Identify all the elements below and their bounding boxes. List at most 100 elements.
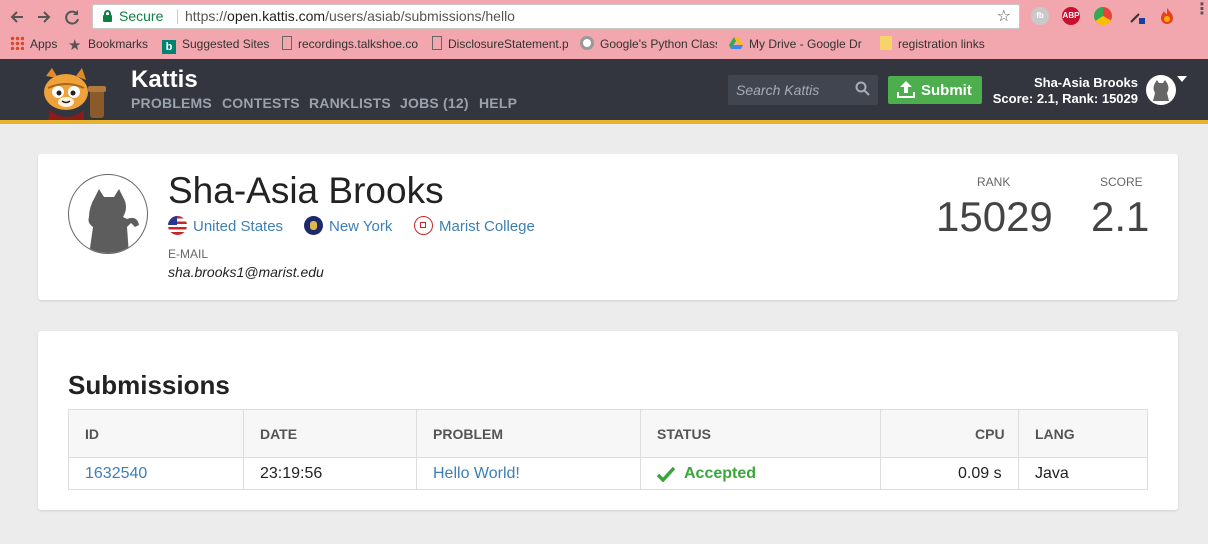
address-bar[interactable]: Secure https://open.kattis.com/users/asi… xyxy=(92,4,1020,29)
column-header-problem[interactable]: PROBLEM xyxy=(433,426,503,442)
bing-icon: b xyxy=(162,40,176,54)
state-label: New York xyxy=(329,218,393,235)
bookmark-label: Suggested Sites xyxy=(182,37,270,51)
adblock-extension-icon[interactable]: ABP xyxy=(1062,7,1080,25)
bookmark-label: My Drive - Google Dr xyxy=(749,37,862,51)
header-user-score: Score: 2.1, Rank: 15029 xyxy=(992,91,1138,106)
bookmarks-bar: Apps ★ Bookmarks b Suggested Sites recordi… xyxy=(0,34,1208,54)
submit-button[interactable]: Submit xyxy=(888,76,982,104)
column-header-date[interactable]: DATE xyxy=(260,426,297,442)
column-divider xyxy=(640,410,641,489)
url-host: open.kattis.com xyxy=(227,8,326,24)
nav-contests[interactable]: CONTESTS xyxy=(222,95,300,111)
upload-icon xyxy=(897,81,915,98)
fire-extension-icon[interactable] xyxy=(1158,7,1176,25)
google-class-icon xyxy=(580,36,594,50)
star-icon: ★ xyxy=(68,37,82,53)
nav-ranklists[interactable]: RANKLISTS xyxy=(309,95,391,111)
bookmark-label: Apps xyxy=(30,37,58,51)
score-label: SCORE xyxy=(1100,175,1143,189)
folder-icon xyxy=(880,36,892,50)
rank-label: RANK xyxy=(977,175,1011,189)
nav-help[interactable]: HELP xyxy=(479,95,517,111)
bookmark-recordings[interactable]: recordings.talkshoe.co xyxy=(282,36,422,52)
column-header-lang[interactable]: LANG xyxy=(1035,426,1075,442)
us-flag-icon xyxy=(168,216,187,235)
secure-label: Secure xyxy=(119,8,164,24)
nav-problems[interactable]: PROBLEMS xyxy=(131,95,212,111)
submission-id-link[interactable]: 1632540 xyxy=(85,465,147,483)
bookmark-label: recordings.talkshoe.co xyxy=(298,37,419,51)
column-divider xyxy=(243,410,244,489)
score-value: 2.1 xyxy=(1091,193,1150,240)
profile-card: Sha-Asia Brooks United States New York M… xyxy=(38,154,1178,300)
bookmark-bookmarks[interactable]: ★ Bookmarks xyxy=(68,36,148,53)
arrow-left-icon xyxy=(10,11,23,23)
profile-avatar xyxy=(68,174,148,254)
submission-lang: Java xyxy=(1035,465,1069,482)
search-icon[interactable] xyxy=(855,81,870,96)
eyedropper-extension-icon[interactable] xyxy=(1128,7,1146,25)
reload-icon xyxy=(65,10,79,25)
school-seal-icon xyxy=(414,216,433,235)
submission-date: 23:19:56 xyxy=(260,465,323,482)
checkmark-icon xyxy=(657,466,675,482)
bookmark-apps[interactable]: Apps xyxy=(10,36,57,52)
reload-button[interactable] xyxy=(61,6,83,28)
url-scheme: https:// xyxy=(185,8,228,24)
bookmark-label: registration links xyxy=(898,37,985,51)
bookmark-label: Google's Python Class xyxy=(600,37,717,51)
apps-grid-icon xyxy=(10,36,24,50)
problem-link[interactable]: Hello World! xyxy=(433,465,520,483)
school-label: Marist College xyxy=(439,218,535,235)
url-text: https://open.kattis.com/users/asiab/subm… xyxy=(185,5,515,28)
column-divider xyxy=(880,410,881,489)
new-york-flag-icon xyxy=(304,216,323,235)
fb-extension-icon[interactable]: fb xyxy=(1031,7,1049,25)
chevron-down-icon[interactable] xyxy=(1177,76,1187,82)
bookmark-suggested-sites[interactable]: b Suggested Sites xyxy=(162,36,269,54)
column-divider xyxy=(1018,410,1019,489)
lock-icon xyxy=(103,10,112,22)
submissions-title: Submissions xyxy=(68,370,230,400)
submission-cpu: 0.09 s xyxy=(958,465,1002,482)
omnibox-divider xyxy=(177,9,178,24)
profile-name: Sha-Asia Brooks xyxy=(168,170,444,211)
colorful-extension-icon[interactable] xyxy=(1094,7,1112,25)
bookmark-disclosure[interactable]: DisclosureStatement.p xyxy=(432,36,568,52)
column-header-id[interactable]: ID xyxy=(85,426,99,442)
address-bar-row: Secure https://open.kattis.com/users/asi… xyxy=(0,0,1208,33)
brand-name[interactable]: Kattis xyxy=(131,66,198,94)
arrow-right-icon xyxy=(38,11,51,23)
bookmark-python-class[interactable]: Google's Python Class xyxy=(580,36,717,52)
nav-jobs[interactable]: JOBS (12) xyxy=(400,95,469,111)
bookmark-star-icon[interactable]: ☆ xyxy=(997,5,1011,28)
url-path: /users/asiab/submissions/hello xyxy=(325,8,515,24)
rank-value: 15029 xyxy=(936,193,1053,240)
submissions-table: ID DATE PROBLEM STATUS CPU LANG 1632540 … xyxy=(68,409,1148,490)
search-input[interactable]: Search Kattis xyxy=(736,82,819,98)
bookmark-label: Bookmarks xyxy=(88,37,149,51)
status-label: Accepted xyxy=(684,465,757,482)
user-avatar[interactable] xyxy=(1146,75,1176,105)
back-button[interactable] xyxy=(6,6,28,28)
bookmark-label: DisclosureStatement.p xyxy=(448,37,568,51)
kattis-logo[interactable] xyxy=(36,66,116,120)
search-box[interactable]: Search Kattis xyxy=(728,75,878,105)
submissions-card: Submissions ID DATE PROBLEM STATUS CPU L… xyxy=(38,331,1178,510)
column-header-cpu[interactable]: CPU xyxy=(975,426,1005,442)
forward-button[interactable] xyxy=(33,6,55,28)
header-accent-border xyxy=(0,120,1208,124)
bookmark-registration-links[interactable]: registration links xyxy=(880,36,985,52)
bookmark-my-drive[interactable]: My Drive - Google Dr xyxy=(729,36,865,52)
browser-menu-icon[interactable]: ⋮ xyxy=(1194,2,1208,18)
page-icon xyxy=(432,36,442,50)
browser-chrome: Secure https://open.kattis.com/users/asi… xyxy=(0,0,1208,59)
country-label: United States xyxy=(193,218,284,235)
email-label: E-MAIL xyxy=(168,247,209,261)
google-drive-icon xyxy=(729,36,743,50)
submit-label: Submit xyxy=(921,82,972,99)
column-header-status[interactable]: STATUS xyxy=(657,426,711,442)
header-user-name[interactable]: Sha-Asia Brooks xyxy=(1034,75,1138,90)
column-divider xyxy=(416,410,417,489)
